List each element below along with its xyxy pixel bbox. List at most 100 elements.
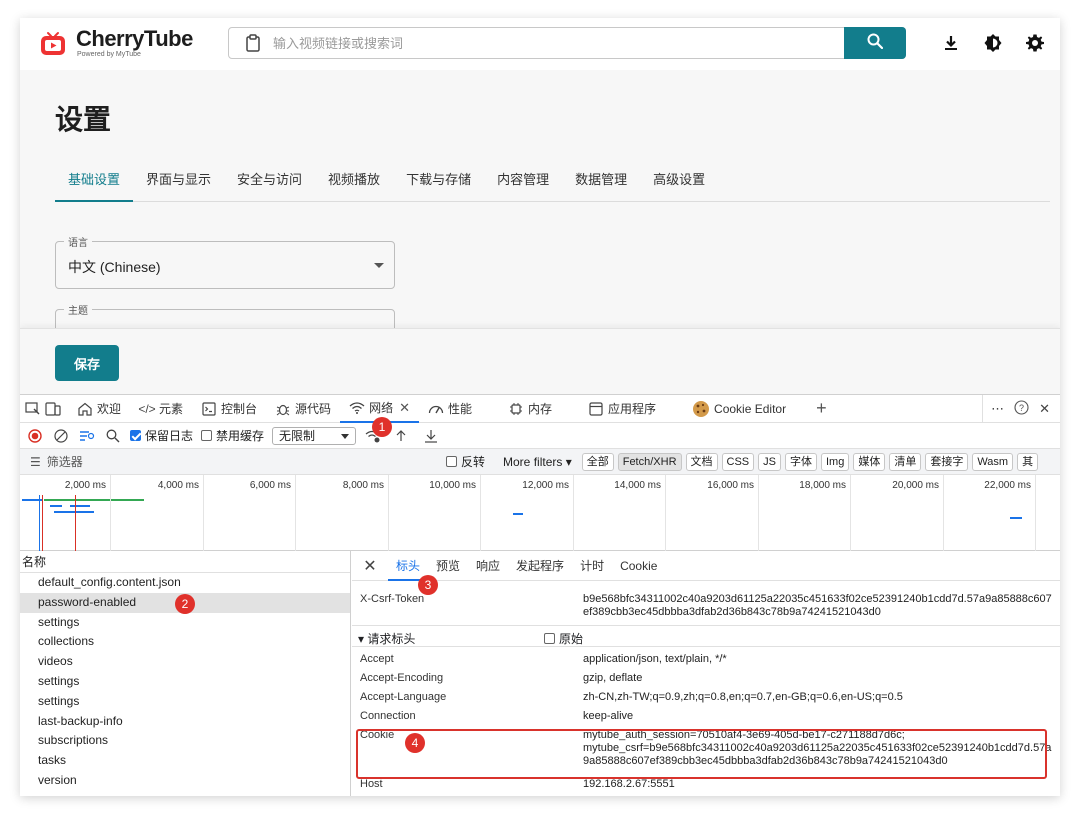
chip-css[interactable]: CSS: [721, 452, 755, 471]
search-input[interactable]: [273, 35, 833, 51]
header-value: zh-CN,zh-TW;q=0.9,zh;q=0.8,en;q=0.7,en-G…: [583, 691, 903, 703]
request-row[interactable]: collections: [20, 632, 350, 652]
chip-socket[interactable]: 套接字: [925, 452, 969, 471]
search-button[interactable]: [844, 27, 906, 59]
header-value: 192.168.2.67:5551: [583, 778, 675, 790]
tab-basic-settings[interactable]: 基础设置: [55, 162, 134, 202]
tab-download-storage[interactable]: 下载与存储: [393, 162, 484, 202]
timeline-gridline: [1035, 475, 1036, 551]
tab-security-access[interactable]: 安全与访问: [224, 162, 315, 202]
network-timeline[interactable]: 2,000 ms 4,000 ms 6,000 ms 8,000 ms 10,000 m…: [20, 475, 1060, 551]
request-row[interactable]: subscriptions: [20, 731, 350, 751]
download-har-icon[interactable]: [422, 427, 440, 445]
filter-input[interactable]: ☰ 筛选器: [20, 453, 440, 470]
detail-tab-initiator[interactable]: 发起程序: [508, 551, 572, 581]
devtools-tab-label: Cookie Editor: [714, 401, 787, 416]
search-network-icon[interactable]: [104, 427, 122, 445]
upload-icon[interactable]: [392, 427, 410, 445]
download-icon[interactable]: [940, 32, 962, 54]
detail-tab-timing[interactable]: 计时: [572, 551, 612, 581]
timeline-gridline: [943, 475, 944, 551]
add-panel-icon[interactable]: +: [807, 395, 836, 423]
tab-data-management[interactable]: 数据管理: [562, 162, 640, 202]
devtools-tab-cookie-editor[interactable]: Cookie Editor: [683, 395, 795, 423]
filter-settings-icon[interactable]: [78, 427, 96, 445]
chip-img[interactable]: Img: [820, 452, 850, 471]
tab-content-management[interactable]: 内容管理: [484, 162, 562, 202]
settings-gear-icon[interactable]: [1024, 32, 1046, 54]
devtools-tab-memory[interactable]: 内存: [499, 395, 561, 423]
tab-advanced-settings[interactable]: 高级设置: [640, 162, 718, 202]
checkbox-unchecked[interactable]: [446, 456, 457, 467]
devtools-tab-console[interactable]: 控制台: [192, 395, 266, 423]
close-devtools-icon[interactable]: ✕: [1039, 401, 1050, 417]
request-row[interactable]: videos: [20, 652, 350, 672]
raw-checkbox[interactable]: 原始: [544, 630, 583, 647]
tab-interface-display[interactable]: 界面与显示: [133, 162, 224, 202]
devtools-tab-elements[interactable]: </> 元素: [130, 395, 192, 423]
chip-wasm[interactable]: Wasm: [972, 452, 1014, 471]
more-options-icon[interactable]: ⋯: [991, 401, 1004, 417]
request-row[interactable]: tasks: [20, 751, 350, 771]
tab-video-playback[interactable]: 视频播放: [315, 162, 393, 202]
detail-tab-cookie[interactable]: Cookie: [612, 551, 665, 581]
request-row[interactable]: default_config.content.json: [20, 573, 350, 593]
annotation-badge-1: 1: [372, 417, 392, 437]
chip-font[interactable]: 字体: [784, 452, 817, 471]
timeline-label: 12,000 ms: [522, 480, 569, 491]
checkbox-unchecked[interactable]: [544, 633, 555, 644]
clipboard-icon[interactable]: [245, 34, 261, 52]
throttle-select[interactable]: 无限制: [272, 426, 357, 445]
chip-doc[interactable]: 文档: [685, 452, 718, 471]
help-icon[interactable]: ?: [1014, 400, 1029, 418]
device-toggle-icon[interactable]: [44, 400, 62, 418]
checkbox-checked[interactable]: [130, 430, 141, 441]
request-headers-section[interactable]: ▾ 请求标头 原始: [352, 625, 1060, 647]
devtools-tab-welcome[interactable]: 欢迎: [68, 395, 130, 423]
chip-media[interactable]: 媒体: [853, 452, 886, 471]
request-row[interactable]: last-backup-info: [20, 712, 350, 732]
name-column-header[interactable]: 名称: [20, 551, 350, 573]
devtools-tab-label: 性能: [447, 402, 472, 416]
detail-tab-response[interactable]: 响应: [468, 551, 508, 581]
invert-checkbox[interactable]: 反转: [446, 453, 485, 470]
header-row-csrf: X-Csrf-Token b9e568bfc34311002c40a9203d6…: [352, 591, 1060, 627]
inspect-icon[interactable]: [24, 400, 42, 418]
request-row[interactable]: settings: [20, 692, 350, 712]
devtools-tab-sources[interactable]: 源代码: [266, 395, 340, 423]
chip-other[interactable]: 其: [1017, 452, 1039, 471]
more-filters-dropdown[interactable]: More filters ▾: [503, 455, 572, 469]
timeline-gridline: [110, 475, 111, 551]
record-icon[interactable]: [26, 427, 44, 445]
annotation-badge-2: 2: [175, 594, 195, 614]
devtools-tab-performance[interactable]: 性能: [419, 395, 481, 423]
close-tab-icon[interactable]: ✕: [399, 400, 410, 416]
clear-icon[interactable]: [52, 427, 70, 445]
logo-subtitle: Powered by MyTube: [77, 51, 141, 58]
theme-toggle-icon[interactable]: [982, 32, 1004, 54]
timeline-label: 16,000 ms: [707, 480, 754, 491]
detail-tabs: ✕ 标头 预览 响应 发起程序 计时 Cookie: [352, 551, 1060, 581]
header-key: Connection: [360, 710, 416, 722]
disable-cache-checkbox[interactable]: 禁用缓存: [201, 427, 264, 444]
request-row[interactable]: settings: [20, 613, 350, 633]
page-title: 设置: [55, 104, 112, 135]
chip-all[interactable]: 全部: [581, 452, 614, 471]
timeline-label: 6,000 ms: [249, 480, 291, 491]
preserve-log-checkbox[interactable]: 保留日志: [130, 427, 193, 444]
save-button[interactable]: 保存: [55, 345, 119, 381]
request-row[interactable]: settings: [20, 672, 350, 692]
section-toggle: ▾ 请求标头: [358, 632, 416, 646]
save-bar: 保存: [20, 328, 1060, 394]
chip-js[interactable]: JS: [758, 452, 781, 471]
timeline-gridline: [203, 475, 204, 551]
chip-manifest[interactable]: 清单: [889, 452, 922, 471]
devtools-tab-application[interactable]: 应用程序: [579, 395, 665, 423]
chip-fetch-xhr[interactable]: Fetch/XHR: [617, 452, 682, 471]
checkbox-unchecked[interactable]: [201, 430, 213, 441]
request-row[interactable]: version: [20, 771, 350, 791]
close-details-icon[interactable]: ✕: [352, 556, 388, 576]
language-select[interactable]: 语言 中文 (Chinese): [55, 234, 395, 289]
logo[interactable]: CherryTube Powered by MyTube: [40, 26, 193, 58]
header-value: b9e568bfc34311002c40a9203d61125a22035c45…: [583, 593, 1052, 618]
